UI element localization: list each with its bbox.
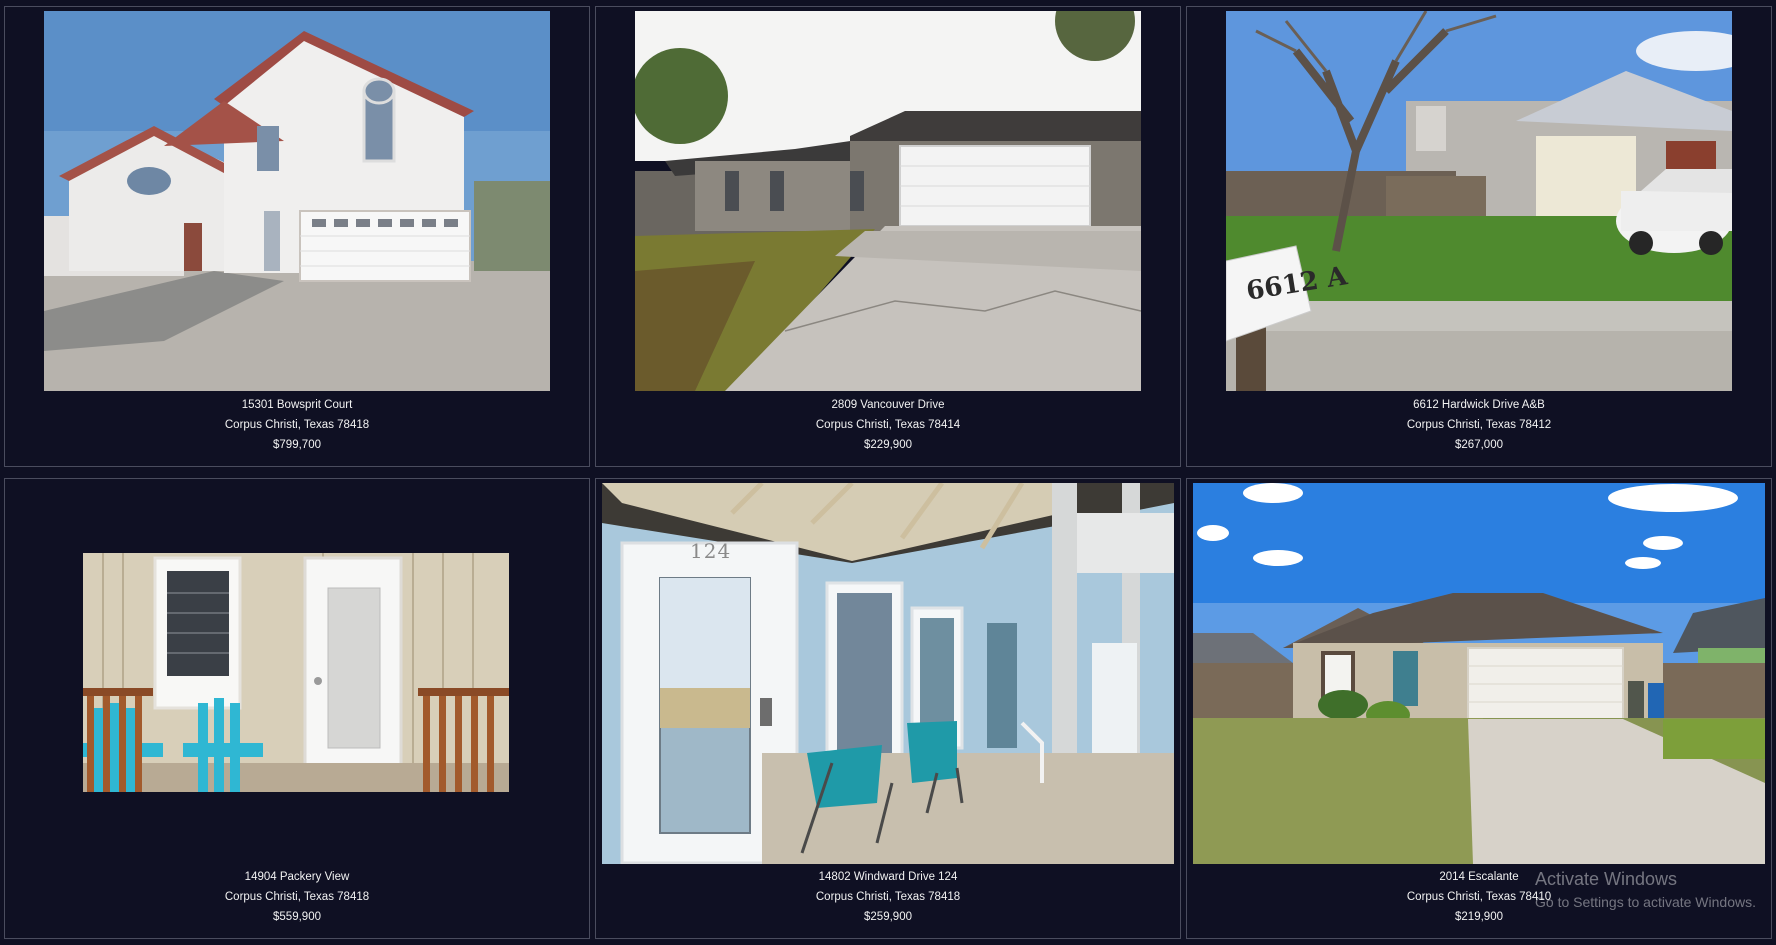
listing-photo[interactable]: 6612 A bbox=[1226, 11, 1732, 391]
listing-price: $559,900 bbox=[273, 911, 321, 923]
listing-city: Corpus Christi, Texas 78418 bbox=[224, 891, 370, 903]
listing-address: 6612 Hardwick Drive A&B bbox=[1413, 399, 1545, 411]
listing-city: Corpus Christi, Texas 78418 bbox=[815, 891, 961, 903]
listing-photo[interactable] bbox=[44, 11, 550, 391]
watermark-subtitle: Go to Settings to activate Windows. bbox=[1535, 894, 1756, 910]
listing-city: Corpus Christi, Texas 78418 bbox=[224, 419, 370, 431]
listing-photo[interactable] bbox=[635, 11, 1141, 391]
listing-price: $267,000 bbox=[1455, 439, 1503, 451]
listing-address: 14904 Packery View bbox=[244, 871, 350, 883]
listing-address: 14802 Windward Drive 124 bbox=[818, 871, 958, 883]
listing-photo[interactable] bbox=[1193, 483, 1765, 864]
listing-city: Corpus Christi, Texas 78412 bbox=[1406, 419, 1552, 431]
activate-windows-watermark: Activate Windows Go to Settings to activ… bbox=[1535, 868, 1756, 912]
listing-photo[interactable] bbox=[83, 553, 509, 792]
listing-city: Corpus Christi, Texas 78414 bbox=[815, 419, 961, 431]
listing-photo[interactable]: 124 bbox=[602, 483, 1174, 864]
listing-price: $259,900 bbox=[864, 911, 912, 923]
listing-card[interactable]: 14904 Packery View Corpus Christi, Texas… bbox=[4, 478, 590, 939]
listing-card[interactable]: 124 14802 Windward Drive 124 Corpus Chri… bbox=[595, 478, 1181, 939]
door-number: 124 bbox=[690, 539, 732, 563]
watermark-title: Activate Windows bbox=[1535, 869, 1678, 889]
listing-price: $229,900 bbox=[864, 439, 912, 451]
listing-address: 15301 Bowsprit Court bbox=[241, 399, 353, 411]
listing-card[interactable]: 15301 Bowsprit Court Corpus Christi, Tex… bbox=[4, 6, 590, 467]
listing-card[interactable]: 2809 Vancouver Drive Corpus Christi, Tex… bbox=[595, 6, 1181, 467]
listing-price: $799,700 bbox=[273, 439, 321, 451]
listing-grid: 15301 Bowsprit Court Corpus Christi, Tex… bbox=[0, 0, 1776, 945]
listing-address: 2809 Vancouver Drive bbox=[831, 399, 945, 411]
listing-card[interactable]: 6612 A 6612 Hardwick Drive A&B Corpus Ch… bbox=[1186, 6, 1772, 467]
